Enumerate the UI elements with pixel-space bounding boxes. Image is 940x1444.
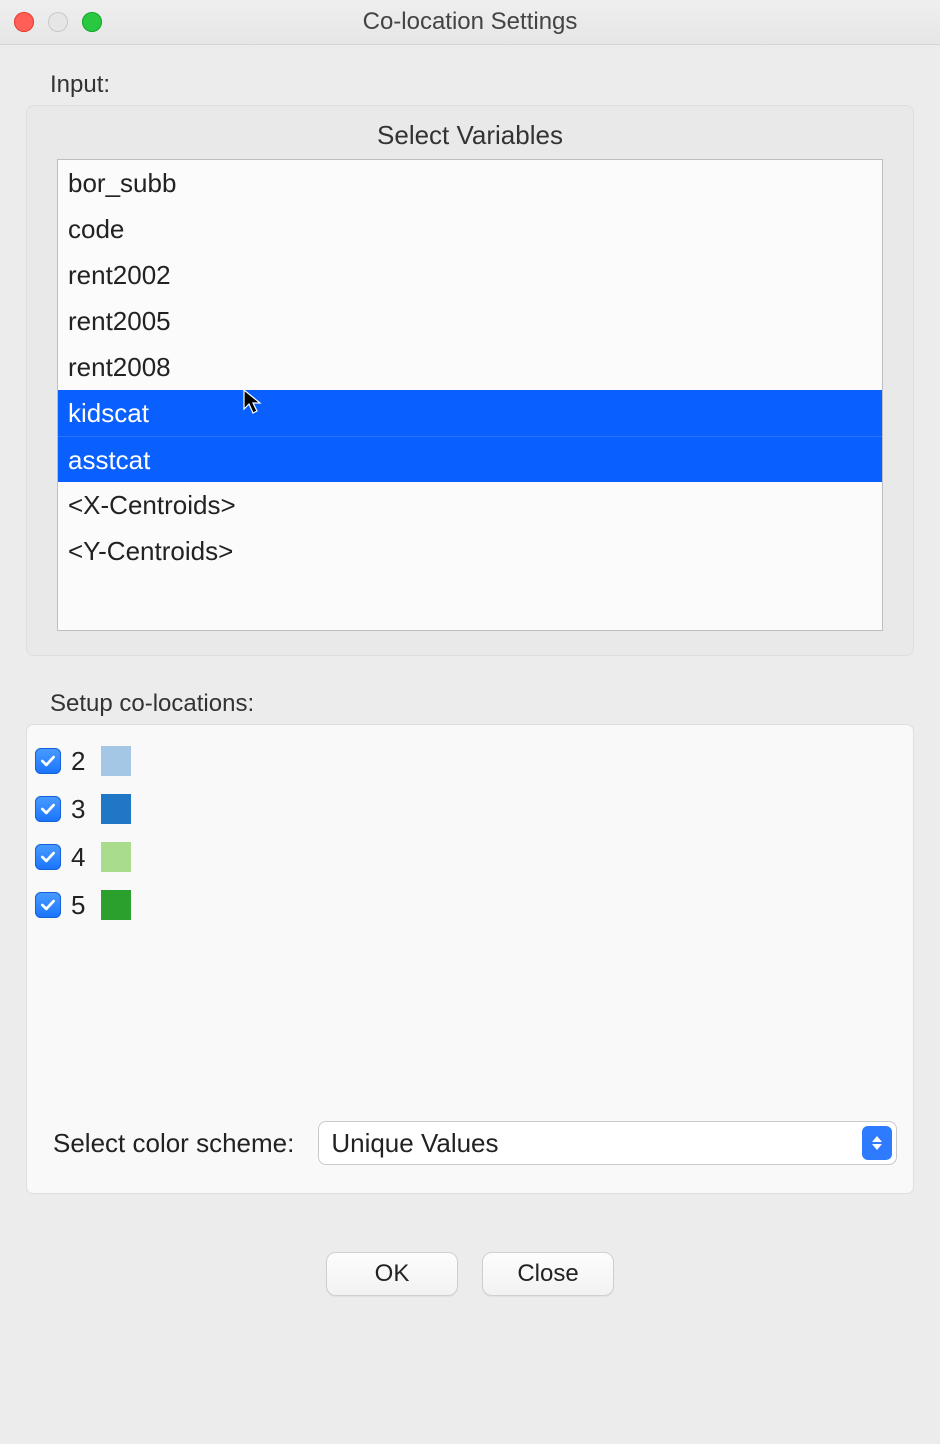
titlebar: Co-location Settings <box>0 0 940 45</box>
minimize-window-icon[interactable] <box>48 12 68 32</box>
variable-row[interactable]: asstcat <box>58 436 882 482</box>
ok-button[interactable]: OK <box>326 1252 458 1296</box>
color-swatch[interactable] <box>101 842 131 872</box>
close-window-icon[interactable] <box>14 12 34 32</box>
color-scheme-select[interactable]: Unique Values <box>318 1121 897 1165</box>
close-button[interactable]: Close <box>482 1252 614 1296</box>
colocations-panel: 2 3 4 5 Select color scheme: Unique Values <box>26 724 914 1194</box>
color-scheme-value: Unique Values <box>331 1128 498 1159</box>
variable-row[interactable]: code <box>58 206 882 252</box>
variable-row[interactable]: kidscat <box>58 390 882 436</box>
zoom-window-icon[interactable] <box>82 12 102 32</box>
colocation-checkbox[interactable] <box>35 796 61 822</box>
variable-row[interactable]: rent2005 <box>58 298 882 344</box>
setup-label: Setup co-locations: <box>50 690 914 718</box>
variables-listbox[interactable]: bor_subbcoderent2002rent2005rent2008kids… <box>57 159 883 631</box>
variable-row[interactable]: <Y-Centroids> <box>58 528 882 574</box>
color-swatch[interactable] <box>101 794 131 824</box>
colocation-value: 3 <box>71 794 91 825</box>
colocation-row: 5 <box>35 881 905 929</box>
colocations-list: 2 3 4 5 <box>35 733 905 1117</box>
variable-row[interactable]: <X-Centroids> <box>58 482 882 528</box>
variable-row[interactable]: rent2008 <box>58 344 882 390</box>
colocation-checkbox[interactable] <box>35 844 61 870</box>
variable-row[interactable]: bor_subb <box>58 160 882 206</box>
input-panel: Select Variables bor_subbcoderent2002ren… <box>26 105 914 656</box>
color-scheme-label: Select color scheme: <box>53 1128 294 1159</box>
input-label: Input: <box>50 71 914 99</box>
color-swatch[interactable] <box>101 746 131 776</box>
variable-row[interactable]: rent2002 <box>58 252 882 298</box>
colocation-row: 4 <box>35 833 905 881</box>
dialog-buttons: OK Close <box>26 1252 914 1296</box>
colocation-row: 2 <box>35 737 905 785</box>
cursor-icon <box>243 389 263 415</box>
colocation-value: 2 <box>71 746 91 777</box>
window-title: Co-location Settings <box>0 8 940 36</box>
color-swatch[interactable] <box>101 890 131 920</box>
colocation-value: 5 <box>71 890 91 921</box>
colocation-checkbox[interactable] <box>35 748 61 774</box>
select-stepper-icon <box>862 1126 892 1160</box>
select-variables-title: Select Variables <box>57 120 883 151</box>
colocation-value: 4 <box>71 842 91 873</box>
window-controls <box>14 12 102 32</box>
colocation-checkbox[interactable] <box>35 892 61 918</box>
colocation-row: 3 <box>35 785 905 833</box>
